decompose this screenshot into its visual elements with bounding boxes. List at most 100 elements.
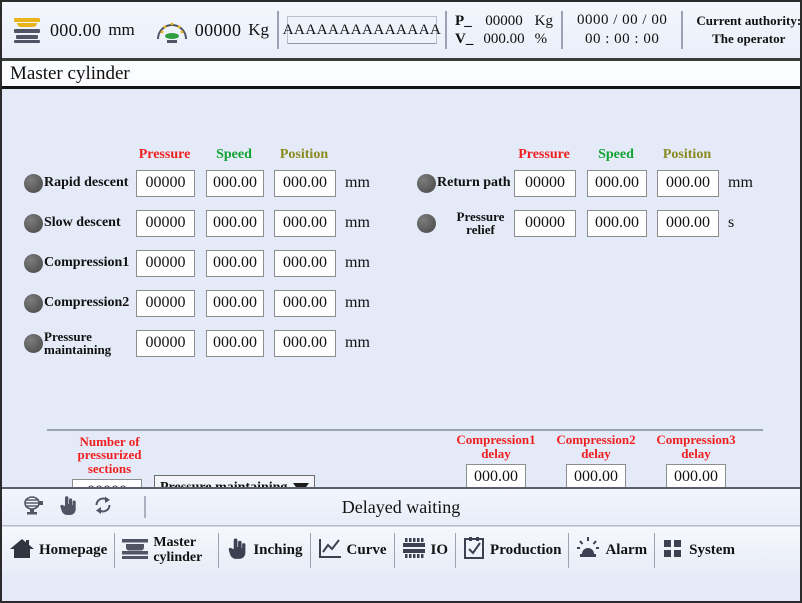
header-position-value: 000.00 [50,19,102,40]
parameter-row: Return path 00000 000.00 000.00 mm [417,163,753,203]
delay-item: Compression2 delay 000.00 [554,432,638,491]
header-divider [277,11,280,49]
hand-icon[interactable] [58,494,78,521]
pressure-input[interactable]: 00000 [136,209,195,237]
header-position: Position [662,147,712,162]
parameter-row: Slow descent 00000 000.00 000.00 mm [24,203,370,243]
nav-inching[interactable]: Inching [218,527,309,574]
cycle-icon[interactable] [92,494,114,521]
header-weight-unit: Kg [248,20,270,39]
v-value: 000.00 [483,30,525,47]
nav-master-cylinder[interactable]: Master cylinder [114,527,218,574]
position-input[interactable]: 000.00 [657,209,719,237]
delay-item: Compression1 delay 000.00 [454,433,538,491]
position-input[interactable]: 000.00 [274,289,336,317]
alarm-light-icon [575,536,601,565]
status-lamp[interactable] [24,333,43,353]
hand-icon [225,536,249,565]
press-stack-icon [121,536,149,565]
speed-input[interactable]: 000.00 [206,169,264,197]
speed-input[interactable]: 000.00 [587,169,647,197]
speed-input[interactable]: 000.00 [206,329,264,357]
motor-icon[interactable] [22,494,44,521]
row-unit: mm [345,214,370,231]
row-label: Rapid descent [44,174,129,190]
clipboard-check-icon [462,536,486,565]
page-title: Master cylinder [2,61,800,89]
status-lamp[interactable] [24,293,43,313]
navigation-bar: Homepage Master cylinder Inching Curve I… [2,526,800,574]
parameter-row: Pressure maintaining 00000 000.00 000.00… [24,323,370,363]
parameter-row: Compression2 00000 000.00 000.00 mm [24,283,370,323]
row-label: Pressure maintaining [44,328,112,357]
delay-label: Compression2 delay [556,432,636,461]
row-unit: mm [345,254,370,271]
nav-production[interactable]: Production [455,527,568,574]
pressure-input[interactable]: 00000 [136,329,195,357]
nav-label: Inching [253,541,303,558]
delay-label: Compression3 delay [656,432,736,461]
status-lamp[interactable] [24,173,43,193]
left-parameter-group: Pressure Speed Position Rapid descent 00… [24,141,370,363]
v-label: V_ [455,30,474,47]
position-input[interactable]: 000.00 [274,249,336,277]
pressure-input[interactable]: 00000 [136,169,195,197]
status-bar: Delayed waiting [2,487,800,526]
page-title-text: Master cylinder [10,62,130,84]
row-label: Pressure relief [456,208,505,237]
nav-curve[interactable]: Curve [309,527,394,574]
p-label: P_ [455,12,472,29]
parameter-row: Compression1 00000 000.00 000.00 mm [24,243,370,283]
p-unit: Kg [534,12,553,29]
speed-input[interactable]: 000.00 [206,249,264,277]
header-pressure: Pressure [138,147,191,162]
status-lamp[interactable] [417,173,436,193]
datetime-readout: 0000 / 00 / 00 00 : 00 : 00 [571,12,673,48]
row-unit: s [728,214,735,231]
parameter-row: Pressure relief 00000 000.00 000.00 s [417,203,753,243]
row-label: Compression2 [44,294,130,310]
nav-homepage[interactable]: Homepage [2,527,114,574]
row-unit: mm [345,334,370,351]
header-divider [681,11,684,49]
speed-input[interactable]: 000.00 [587,209,647,237]
nav-alarm[interactable]: Alarm [568,527,654,574]
program-name-field[interactable]: AAAAAAAAAAAAAA [283,16,441,44]
position-input[interactable]: 000.00 [274,329,336,357]
pressure-input[interactable]: 00000 [136,249,195,277]
nav-system[interactable]: System [654,527,742,574]
speed-input[interactable]: 000.00 [206,209,264,237]
speed-input[interactable]: 000.00 [206,289,264,317]
nav-label: Production [490,541,562,558]
pressure-input[interactable]: 00000 [136,289,195,317]
date-text: 0000 / 00 / 00 [576,12,668,28]
main-content: Pressure Speed Position Rapid descent 00… [2,89,800,506]
pressurized-sections-label: Number of pressurized sections [77,434,142,476]
position-input[interactable]: 000.00 [274,169,336,197]
position-input[interactable]: 000.00 [657,169,719,197]
v-unit: % [534,30,548,47]
right-column-headers: Pressure Speed Position [417,141,753,163]
nav-label: IO [430,541,449,558]
header-position: Position [279,147,329,162]
pressure-input[interactable]: 00000 [514,169,576,197]
pressure-input[interactable]: 00000 [514,209,576,237]
position-input[interactable]: 000.00 [274,209,336,237]
nav-io[interactable]: IO [393,527,456,574]
header-weight-value: 00000 [194,19,242,40]
header-divider [560,11,563,49]
status-lamp[interactable] [24,253,43,273]
authority-value: The operator [712,31,786,46]
gauge-icon [155,17,189,43]
status-divider [144,496,146,518]
chart-line-icon [317,536,343,565]
row-label: Return path [437,174,511,190]
home-icon [9,536,35,565]
status-lamp[interactable] [417,213,436,233]
current-authority: Current authority: The operator [691,13,800,47]
section-divider [47,429,763,431]
header-speed: Speed [598,147,634,162]
time-text: 00 : 00 : 00 [584,31,660,47]
status-lamp[interactable] [24,213,43,233]
p-value: 00000 [485,12,523,29]
